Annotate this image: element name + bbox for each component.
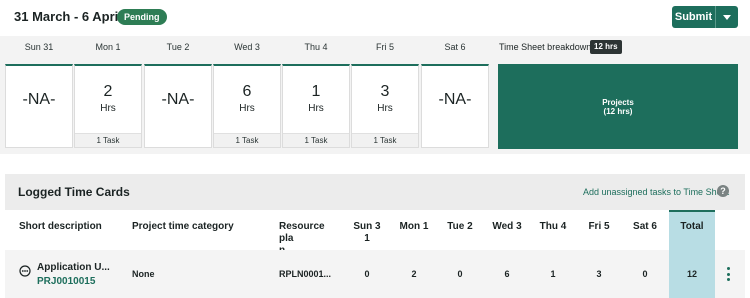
fri-hours-cell[interactable]: 3 — [579, 269, 619, 279]
day-task-count: 1 Task — [75, 133, 141, 147]
day-column-tue: Tue 2 -NA- — [144, 36, 212, 154]
day-hours: 1 — [311, 83, 321, 100]
in-progress-status-icon — [19, 265, 31, 277]
day-card[interactable]: -NA- — [5, 64, 73, 148]
submit-button-group: Submit — [672, 6, 738, 28]
column-header-fri[interactable]: Fri 5 — [579, 221, 619, 233]
day-name: Thu 4 — [304, 42, 328, 52]
day-card[interactable]: -NA- — [421, 64, 489, 148]
day-column-fri: Fri 5 3 Hrs 1 Task — [351, 36, 419, 154]
help-icon[interactable]: ? — [717, 185, 729, 197]
day-card[interactable]: 1 Hrs 1 Task — [282, 64, 350, 148]
caret-down-icon — [723, 14, 731, 20]
column-header-sat[interactable]: Sat 6 — [625, 221, 665, 233]
tue-hours-cell[interactable]: 0 — [440, 269, 480, 279]
breakdown-category: Projects — [602, 97, 634, 107]
sat-hours-cell[interactable]: 0 — [625, 269, 665, 279]
column-header-wed[interactable]: Wed 3 — [487, 221, 527, 233]
breakdown-total-badge: 12 hrs — [590, 40, 622, 54]
day-card[interactable]: -NA- — [144, 64, 212, 148]
submit-options-button[interactable] — [716, 6, 738, 28]
resource-plan-cell[interactable]: RPLN0001... — [279, 269, 331, 279]
day-name: Fri 5 — [376, 42, 394, 52]
day-name: Mon 1 — [95, 42, 121, 52]
kebab-dot — [727, 267, 730, 270]
day-hours: 3 — [380, 83, 390, 100]
day-task-count: 1 Task — [352, 133, 418, 147]
column-header-text: Sun 3 — [353, 221, 381, 232]
day-name: Sun 31 — [24, 42, 54, 52]
day-hours: 6 — [242, 83, 252, 100]
column-header-thu[interactable]: Thu 4 — [533, 221, 573, 233]
kebab-dot — [727, 272, 730, 276]
day-task-count: 1 Task — [283, 133, 349, 147]
sun-hours-cell[interactable]: 0 — [352, 269, 382, 279]
total-hours-cell: 12 — [686, 269, 697, 279]
short-description-cell[interactable]: Application U... — [37, 262, 110, 273]
day-hours-unit: Hrs — [308, 103, 324, 114]
thu-hours-cell[interactable]: 1 — [533, 269, 573, 279]
day-hours-unit: Hrs — [239, 103, 255, 114]
day-name: Tue 2 — [166, 42, 190, 52]
timesheet-header: 31 March - 6 April 2024 Pending Submit — [0, 0, 750, 36]
day-hours-unit: Hrs — [100, 103, 116, 114]
column-header-short-description[interactable]: Short description — [19, 221, 102, 233]
projects-breakdown-block[interactable]: Projects (12 hrs) — [498, 64, 738, 149]
submit-button[interactable]: Submit — [672, 6, 716, 28]
day-column-sun: Sun 31 -NA- — [5, 36, 73, 154]
mon-hours-cell[interactable]: 2 — [394, 269, 434, 279]
day-card[interactable]: 3 Hrs 1 Task — [351, 64, 419, 148]
day-column-sat: Sat 6 -NA- — [421, 36, 489, 154]
column-header-sun[interactable]: Sun 3 1 — [352, 221, 382, 245]
day-column-wed: Wed 3 6 Hrs 1 Task — [213, 36, 281, 154]
day-name: Sat 6 — [444, 42, 466, 52]
column-header-mon[interactable]: Mon 1 — [394, 221, 434, 233]
column-header-text: Resource pla — [279, 221, 325, 244]
day-card[interactable]: 6 Hrs 1 Task — [213, 64, 281, 148]
column-header-project-time-category[interactable]: Project time category — [132, 221, 234, 233]
breakdown-label: Time Sheet breakdown — [499, 42, 592, 52]
day-name: Wed 3 — [234, 42, 260, 52]
day-hours-unit: Hrs — [377, 103, 393, 114]
day-column-mon: Mon 1 2 Hrs 1 Task — [74, 36, 142, 154]
column-header-text: 1 — [364, 233, 370, 244]
row-more-options-icon[interactable] — [727, 267, 733, 281]
project-link[interactable]: PRJ0010015 — [37, 276, 95, 287]
wed-hours-cell[interactable]: 6 — [487, 269, 527, 279]
time-category-cell: None — [132, 269, 155, 279]
day-hours: 2 — [103, 83, 113, 100]
add-unassigned-tasks-link[interactable]: Add unassigned tasks to Time Sheet — [583, 187, 729, 197]
day-card[interactable]: 2 Hrs 1 Task — [74, 64, 142, 148]
day-hours: -NA- — [161, 91, 195, 108]
day-hours: -NA- — [22, 91, 56, 108]
day-column-thu: Thu 4 1 Hrs 1 Task — [282, 36, 350, 154]
breakdown-category-hours: (12 hrs) — [603, 106, 633, 116]
kebab-dot — [727, 278, 730, 281]
day-hours: -NA- — [438, 91, 472, 108]
section-title: Logged Time Cards — [18, 185, 130, 199]
day-task-count: 1 Task — [214, 133, 280, 147]
column-header-total[interactable]: Total — [669, 221, 715, 233]
logged-time-cards-header: Logged Time Cards Add unassigned tasks t… — [5, 174, 745, 210]
column-header-tue[interactable]: Tue 2 — [440, 221, 480, 233]
status-badge: Pending — [117, 9, 167, 25]
